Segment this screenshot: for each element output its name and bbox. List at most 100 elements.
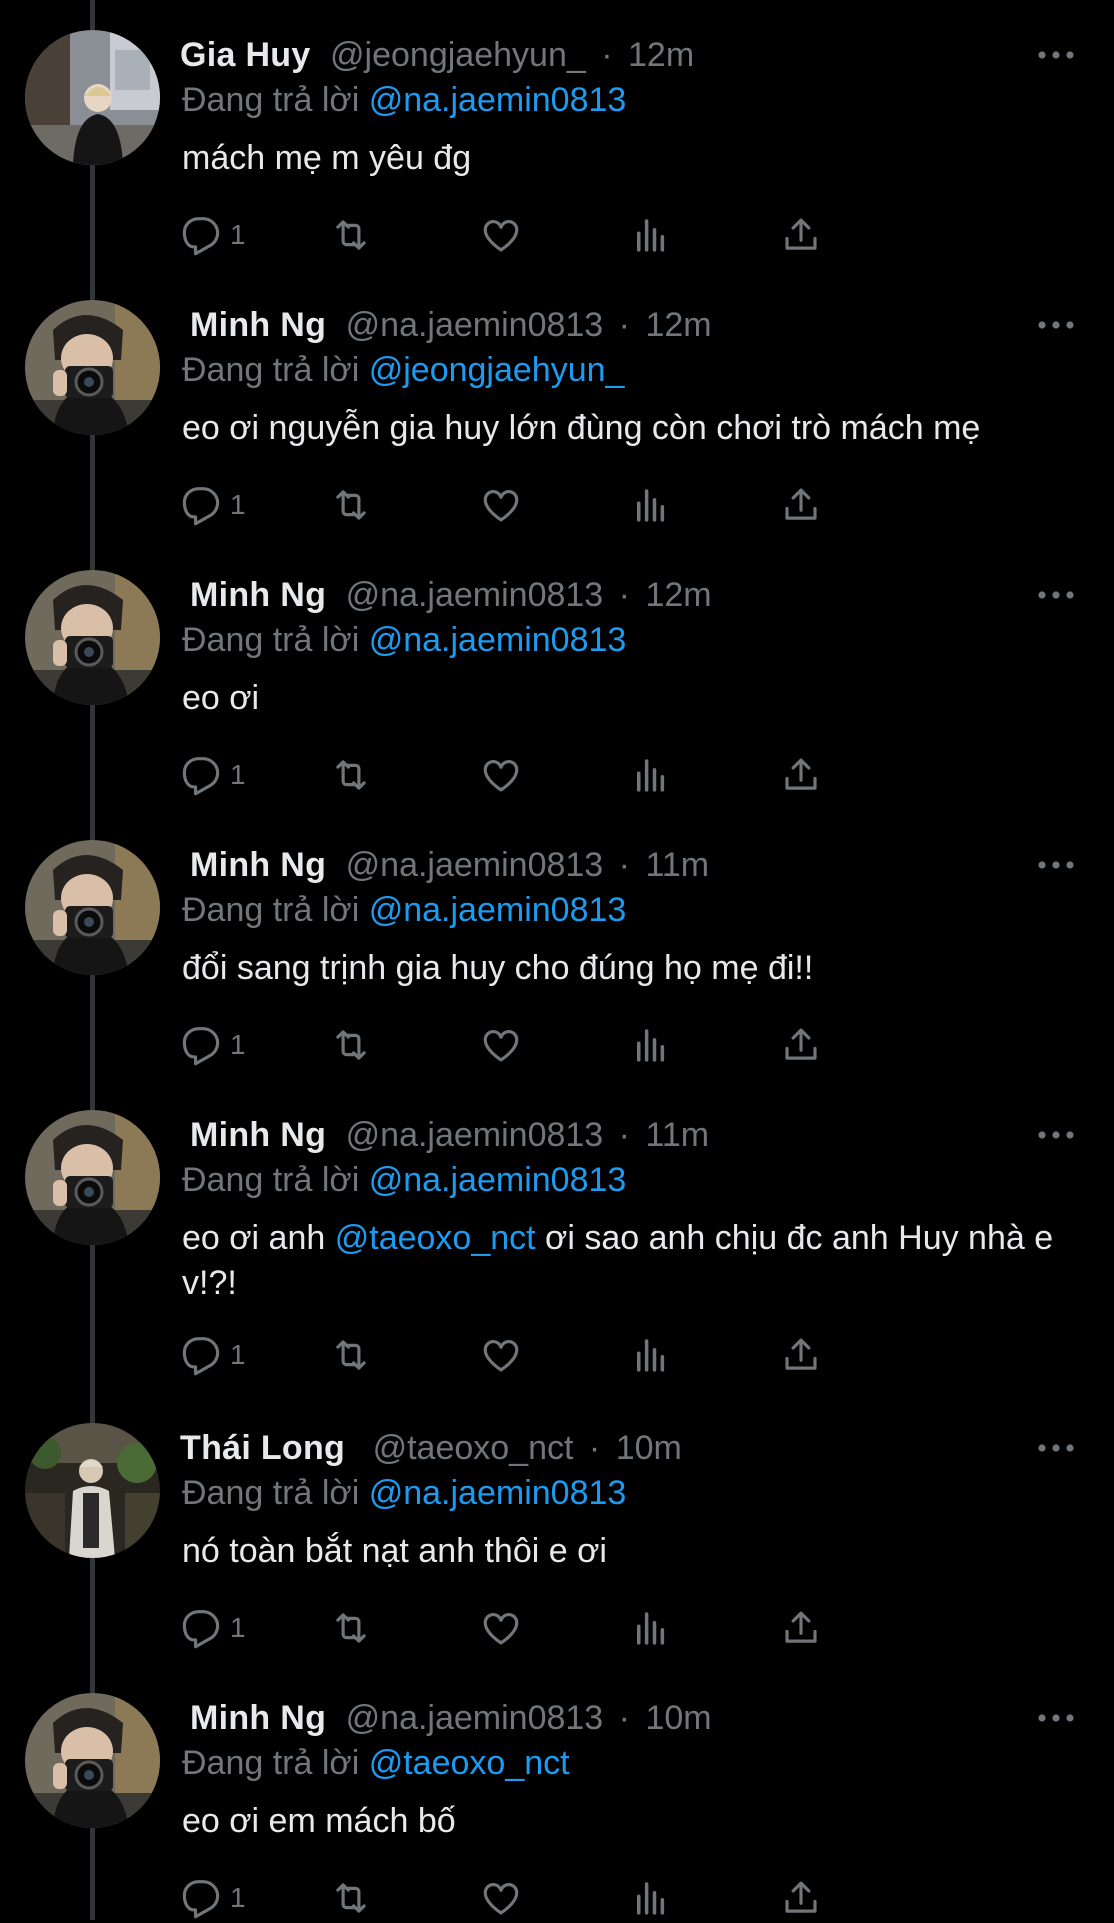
share-button[interactable] [780, 480, 822, 530]
views-button[interactable] [630, 480, 672, 530]
retweet-icon [336, 1613, 366, 1643]
like-button[interactable] [480, 1330, 522, 1380]
like-button[interactable] [480, 480, 522, 530]
reply-mention-link[interactable]: @na.jaemin0813 [369, 621, 627, 659]
reply-mention-link[interactable]: @na.jaemin0813 [369, 1474, 627, 1512]
timestamp[interactable]: 10m [645, 1699, 711, 1737]
avatar[interactable] [25, 1110, 160, 1245]
like-button[interactable] [480, 1020, 522, 1070]
like-button[interactable] [480, 210, 522, 260]
retweet-button[interactable] [330, 210, 372, 260]
timestamp[interactable]: 12m [645, 306, 711, 344]
separator: · [618, 1116, 630, 1154]
views-button[interactable] [630, 1873, 672, 1923]
tweet-header: Minh Ng @na.jaemin0813 · 11m [180, 842, 1114, 888]
more-icon[interactable] [1036, 302, 1076, 348]
avatar[interactable] [25, 1693, 160, 1828]
more-icon[interactable] [1036, 32, 1076, 78]
reply-button[interactable]: 1 [180, 750, 246, 800]
display-name[interactable]: Gia Huy [180, 36, 311, 74]
reply-button[interactable]: 1 [180, 210, 246, 260]
reply-prefix: Đang trả lời [182, 351, 360, 389]
share-button[interactable] [780, 1873, 822, 1923]
action-bar: 1 [180, 210, 980, 260]
views-icon [637, 1029, 665, 1062]
reply-button[interactable]: 1 [180, 1873, 246, 1923]
avatar[interactable] [25, 300, 160, 435]
handle[interactable]: @taeoxo_nct [373, 1429, 574, 1467]
heart-icon [483, 1613, 519, 1645]
avatar[interactable] [25, 840, 160, 975]
handle[interactable]: @na.jaemin0813 [346, 306, 604, 344]
action-bar: 1 [180, 1873, 980, 1923]
handle[interactable]: @jeongjaehyun_ [330, 36, 586, 74]
reply-context: Đang trả lời @jeongjaehyun_ [182, 348, 624, 392]
reply-prefix: Đang trả lời [182, 1161, 360, 1199]
timestamp[interactable]: 11m [645, 846, 709, 884]
avatar-photo-minh-ng [25, 840, 160, 975]
views-button[interactable] [630, 1603, 672, 1653]
more-icon[interactable] [1036, 1425, 1076, 1471]
share-button[interactable] [780, 1603, 822, 1653]
timestamp[interactable]: 12m [645, 576, 711, 614]
reply-mention-link[interactable]: @na.jaemin0813 [369, 1161, 627, 1199]
retweet-button[interactable] [330, 1020, 372, 1070]
avatar[interactable] [25, 30, 160, 165]
reply-mention-link[interactable]: @taeoxo_nct [369, 1744, 570, 1782]
reply-mention-link[interactable]: @jeongjaehyun_ [369, 351, 625, 389]
display-name[interactable]: Minh Ng [190, 1116, 326, 1154]
display-name[interactable]: Minh Ng [190, 306, 326, 344]
retweet-button[interactable] [330, 1330, 372, 1380]
separator: · [588, 1429, 601, 1467]
reply-mention-link[interactable]: @na.jaemin0813 [369, 81, 627, 119]
display-name[interactable]: Minh Ng [190, 846, 326, 884]
share-icon [785, 218, 817, 250]
display-name[interactable]: Thái Long [180, 1429, 345, 1467]
heart-icon [483, 1883, 519, 1915]
views-button[interactable] [630, 1330, 672, 1380]
handle[interactable]: @na.jaemin0813 [346, 846, 604, 884]
avatar-photo-thai-long [25, 1423, 160, 1558]
timestamp[interactable]: 10m [616, 1429, 682, 1467]
retweet-button[interactable] [330, 750, 372, 800]
avatar[interactable] [25, 1423, 160, 1558]
reply-count: 1 [230, 489, 246, 520]
handle[interactable]: @na.jaemin0813 [346, 1116, 604, 1154]
display-name[interactable]: Minh Ng [190, 576, 326, 614]
retweet-button[interactable] [330, 480, 372, 530]
reply-button[interactable]: 1 [180, 1020, 246, 1070]
reply-button[interactable]: 1 [180, 1603, 246, 1653]
retweet-icon [336, 220, 366, 250]
reply-prefix: Đang trả lời [182, 1474, 360, 1512]
body-mention-link[interactable]: @taeoxo_nct [335, 1219, 536, 1257]
reply-icon [182, 757, 220, 796]
like-button[interactable] [480, 1873, 522, 1923]
timestamp[interactable]: 11m [645, 1116, 709, 1154]
views-button[interactable] [630, 210, 672, 260]
reply-button[interactable]: 1 [180, 480, 246, 530]
views-button[interactable] [630, 1020, 672, 1070]
retweet-button[interactable] [330, 1603, 372, 1653]
more-icon[interactable] [1036, 1112, 1076, 1158]
tweet-text: eo ơi anh @taeoxo_nct ơi sao anh chịu đc… [182, 1216, 1062, 1306]
handle[interactable]: @na.jaemin0813 [346, 1699, 604, 1737]
share-button[interactable] [780, 210, 822, 260]
more-icon[interactable] [1036, 842, 1076, 888]
share-button[interactable] [780, 750, 822, 800]
avatar[interactable] [25, 570, 160, 705]
display-name[interactable]: Minh Ng [190, 1699, 326, 1737]
tweet-text: eo ơi em mách bố [182, 1802, 456, 1840]
more-icon[interactable] [1036, 572, 1076, 618]
share-button[interactable] [780, 1330, 822, 1380]
views-button[interactable] [630, 750, 672, 800]
reply-mention-link[interactable]: @na.jaemin0813 [369, 891, 627, 929]
share-button[interactable] [780, 1020, 822, 1070]
tweet-text: eo ơi [182, 679, 260, 717]
like-button[interactable] [480, 750, 522, 800]
handle[interactable]: @na.jaemin0813 [346, 576, 604, 614]
more-icon[interactable] [1036, 1695, 1076, 1741]
timestamp[interactable]: 12m [628, 36, 694, 74]
reply-button[interactable]: 1 [180, 1330, 246, 1380]
like-button[interactable] [480, 1603, 522, 1653]
retweet-button[interactable] [330, 1873, 372, 1923]
